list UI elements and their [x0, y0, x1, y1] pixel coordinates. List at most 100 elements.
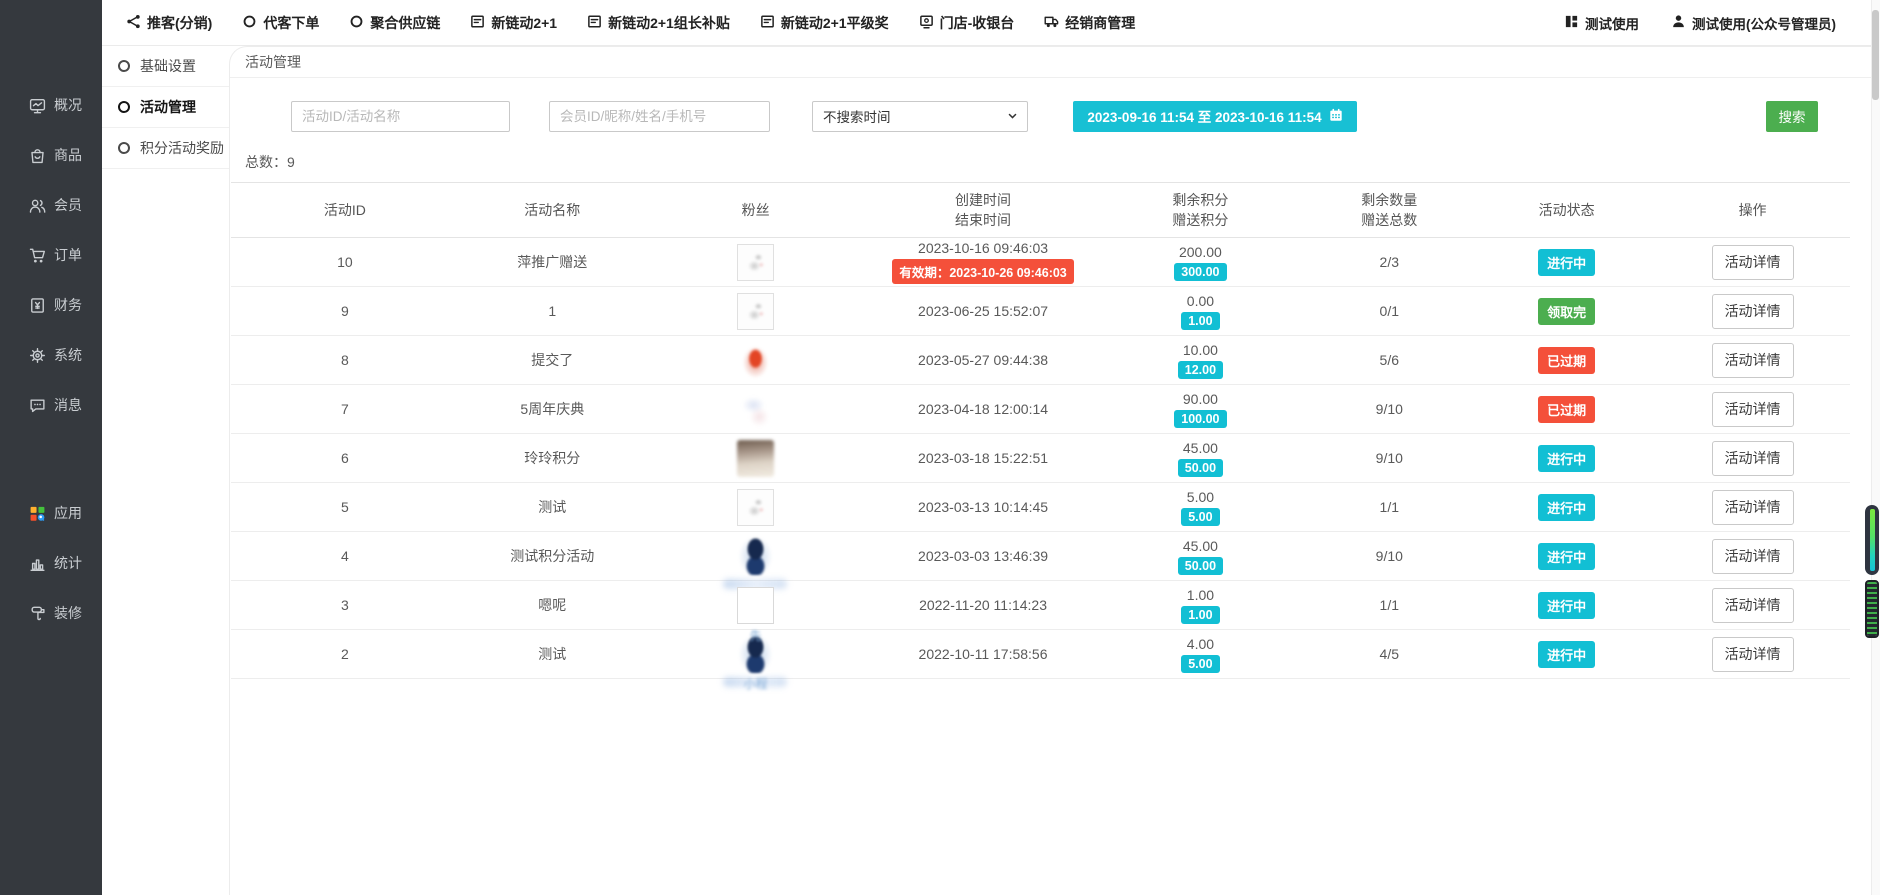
activity-name-cell: 嗯呢	[459, 595, 646, 615]
activity-name-cell: 提交了	[459, 350, 646, 370]
search-button[interactable]: 搜索	[1766, 101, 1818, 132]
quantity-value: 0/1	[1380, 303, 1399, 319]
activity-search-input[interactable]	[291, 101, 510, 132]
sidebar-item[interactable]: 消息	[0, 380, 102, 430]
activity-detail-button[interactable]: 活动详情	[1712, 343, 1794, 378]
sidebar-item-label: 概况	[54, 95, 82, 115]
gift-points-badge: 300.00	[1174, 263, 1226, 281]
top-nav-item[interactable]: 门店-收银台	[919, 13, 1015, 33]
sidebar-item[interactable]: 概况	[0, 80, 102, 130]
top-nav-item[interactable]: 代客下单	[242, 13, 319, 33]
created-time: 2023-03-18 15:22:51	[918, 450, 1048, 466]
chevron-down-icon	[1007, 109, 1018, 124]
status-badge: 进行中	[1538, 641, 1595, 668]
topbar-account-item[interactable]: 测试使用	[1564, 13, 1639, 33]
page-title: 活动管理	[245, 52, 301, 72]
submenu-item[interactable]: 基础设置	[102, 46, 229, 87]
column-header: 活动ID	[231, 200, 459, 220]
activity-detail-button[interactable]: 活动详情	[1712, 294, 1794, 329]
gift-points-badge: 12.00	[1178, 361, 1223, 379]
sidebar-item[interactable]: 订单	[0, 230, 102, 280]
calendar-icon	[1329, 108, 1343, 125]
sidebar-item[interactable]: 财务	[0, 280, 102, 330]
quantity-value: 1/1	[1380, 597, 1399, 613]
sidebar-item[interactable]: 系统	[0, 330, 102, 380]
top-nav-label: 门店-收银台	[940, 13, 1015, 33]
date-range-button[interactable]: 2023-09-16 11:54 至 2023-10-16 11:54	[1073, 101, 1357, 132]
activity-detail-button[interactable]: 活动详情	[1712, 539, 1794, 574]
finance-icon	[28, 296, 46, 314]
sidebar-item[interactable]: 会员	[0, 180, 102, 230]
app-icon	[28, 504, 46, 522]
activity-detail-button[interactable]: 活动详情	[1712, 637, 1794, 672]
status-badge: 进行中	[1538, 543, 1595, 570]
top-nav-label: 新链动2+1平级奖	[781, 13, 889, 33]
fan-avatar	[737, 489, 774, 526]
top-nav-label: 代客下单	[263, 13, 319, 33]
top-nav-item[interactable]: 推客(分销)	[126, 13, 212, 33]
activity-detail-button[interactable]: 活动详情	[1712, 490, 1794, 525]
activity-detail-button[interactable]: 活动详情	[1712, 441, 1794, 476]
main-sidebar: 概况商品会员订单财务系统消息 应用统计装修	[0, 0, 102, 895]
points-cell: 90.00100.00	[1100, 391, 1300, 428]
member-search-input[interactable]	[549, 101, 770, 132]
top-nav-item[interactable]: 新链动2+1组长补贴	[587, 13, 730, 33]
sidebar-item[interactable]: 应用	[0, 488, 102, 538]
table-row: 8提交了2023-05-27 09:44:3810.0012.005/6已过期活…	[231, 336, 1850, 385]
quantity-cell: 5/6	[1300, 352, 1478, 368]
activity-name: 测试	[538, 497, 566, 517]
top-nav-item[interactable]: 聚合供应链	[349, 13, 440, 33]
top-nav-item[interactable]: 新链动2+1平级奖	[760, 13, 889, 33]
points-cell: 5.005.00	[1100, 489, 1300, 526]
created-time: 2023-04-18 12:00:14	[918, 401, 1048, 417]
created-time: 2023-05-27 09:44:38	[918, 352, 1048, 368]
table-row: 75周年庆典2023-04-18 12:00:1490.00100.009/10…	[231, 385, 1850, 434]
activity-detail-button[interactable]: 活动详情	[1712, 245, 1794, 280]
action-cell: 活动详情	[1655, 539, 1850, 574]
submenu-item[interactable]: 活动管理	[102, 87, 229, 128]
activity-detail-button[interactable]: 活动详情	[1712, 392, 1794, 427]
column-header: 活动名称	[459, 200, 646, 220]
quantity-value: 9/10	[1376, 401, 1403, 417]
action-cell: 活动详情	[1655, 294, 1850, 329]
activity-name: 测试积分活动	[510, 546, 594, 566]
fan-cell	[646, 293, 866, 330]
quantity-value: 2/3	[1380, 254, 1399, 270]
scrollbar-thumb[interactable]	[1872, 10, 1879, 100]
sidebar-item[interactable]: 装修	[0, 588, 102, 638]
fan-avatar	[737, 293, 774, 330]
top-nav-label: 新链动2+1组长补贴	[608, 13, 730, 33]
fan-cell	[646, 440, 866, 477]
top-nav-item[interactable]: 新链动2+1	[470, 13, 557, 33]
sidebar-item[interactable]: 商品	[0, 130, 102, 180]
fan-cell	[646, 342, 866, 379]
quantity-cell: 9/10	[1300, 548, 1478, 564]
table-row: 3嗯呢先2022-11-20 11:14:231.001.001/1进行中活动详…	[231, 581, 1850, 630]
activity-id: 5	[341, 499, 349, 515]
fan-caption: 小程	[744, 675, 768, 692]
stats-icon	[28, 554, 46, 572]
fan-cell	[646, 244, 866, 281]
quantity-cell: 2/3	[1300, 254, 1478, 270]
column-header: 操作	[1655, 200, 1850, 220]
panel-icon	[587, 14, 602, 32]
table-body: 10萍推广赠送2023-10-16 09:46:03有效期：2023-10-26…	[231, 238, 1850, 679]
column-header: 剩余积分赠送积分	[1100, 190, 1300, 230]
submenu-item-label: 积分活动奖励	[140, 138, 224, 158]
top-nav-label: 聚合供应链	[370, 13, 440, 33]
top-nav-item[interactable]: 经销商管理	[1044, 13, 1135, 33]
time-mode-select[interactable]: 不搜索时间	[812, 101, 1028, 132]
activity-detail-button[interactable]: 活动详情	[1712, 588, 1794, 623]
activity-id-cell: 6	[231, 450, 459, 466]
page-scrollbar[interactable]	[1871, 0, 1880, 895]
submenu-item[interactable]: 积分活动奖励	[102, 128, 229, 169]
topbar-account-label: 测试使用	[1585, 13, 1639, 33]
app-window: 概况商品会员订单财务系统消息 应用统计装修 推客(分销) 代客下单 聚合供应链 新链动…	[0, 0, 1880, 895]
sidebar-item[interactable]: 统计	[0, 538, 102, 588]
meter-bar	[1870, 509, 1875, 571]
time-cell: 2022-11-20 11:14:23	[866, 597, 1101, 613]
sidebar-item-label: 财务	[54, 295, 82, 315]
activity-name-cell: 测试	[459, 497, 646, 517]
sidebar-gap	[0, 430, 102, 488]
topbar-account-item[interactable]: 测试使用(公众号管理员)	[1671, 13, 1836, 33]
